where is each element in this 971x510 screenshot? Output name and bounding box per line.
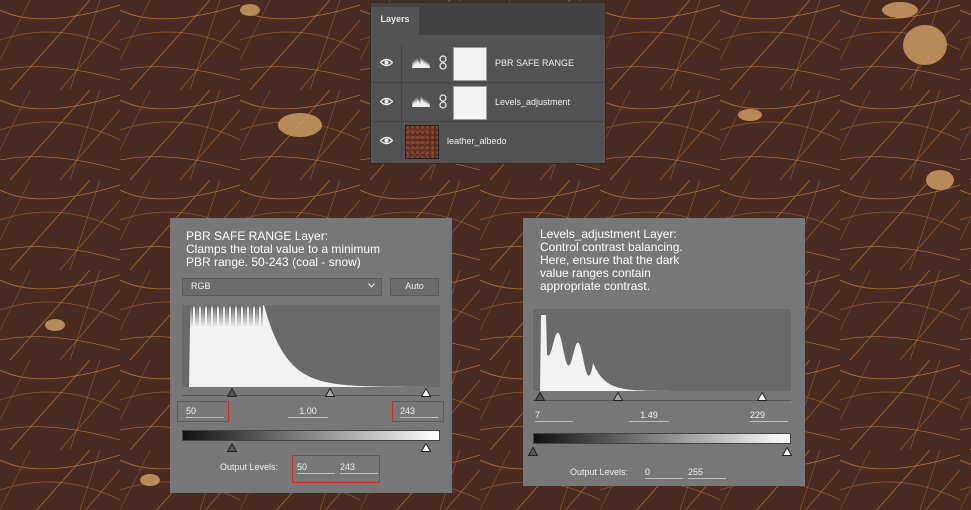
output-black-slider[interactable] [227,443,237,452]
layers-tabbar: Layers [371,3,605,35]
chevron-down-icon [368,283,375,288]
input-gamma-slider[interactable] [613,392,623,401]
layer-mask-thumbnail[interactable] [453,47,487,81]
histogram [182,305,440,387]
eye-icon[interactable] [380,97,393,106]
layer-name[interactable]: PBR SAFE RANGE [495,44,574,82]
panel-description: Levels_adjustment Layer: Control contras… [540,228,683,293]
histogram-bars [182,305,440,387]
input-white-slider[interactable] [421,388,431,397]
input-slider-track [182,395,440,396]
output-black-slider[interactable] [528,447,538,456]
visibility-toggle[interactable] [371,122,402,160]
channel-select-value: RGB [191,281,211,291]
layer-row-leather-albedo[interactable]: leather_albedo [371,122,605,160]
layer-name[interactable]: leather_albedo [447,122,507,160]
output-white-field[interactable]: 255 [688,466,726,479]
panel-description: PBR SAFE RANGE Layer: Clamps the total v… [186,230,380,269]
output-gradient-bar [182,430,440,441]
layer-row-pbr-safe-range[interactable]: PBR SAFE RANGE [371,44,605,83]
levels-adjustment-icon[interactable] [412,95,430,107]
eye-icon[interactable] [380,58,393,67]
input-black-slider[interactable] [227,388,237,397]
tab-layers[interactable]: Layers [371,7,419,35]
layer-name[interactable]: Levels_adjustment [495,83,570,121]
eye-icon[interactable] [380,136,393,145]
histogram [533,309,791,391]
levels-adjustment-panel: Levels_adjustment Layer: Control contras… [523,218,805,486]
chain-link-icon[interactable] [439,55,447,70]
input-white-slider[interactable] [757,392,767,401]
chain-link-icon[interactable] [439,94,447,109]
histogram-graph [533,315,791,391]
histogram-bars [533,315,791,391]
input-black-field[interactable]: 7 [535,409,573,422]
input-white-field[interactable]: 229 [750,409,788,422]
layers-panel: Layers PBR SAFE RANGE Levels_adjustment … [370,2,606,164]
description-line: appropriate contrast. [540,279,651,293]
output-white-slider[interactable] [782,447,792,456]
output-levels-label: Output Levels: [220,462,279,472]
input-gamma-slider[interactable] [325,388,335,397]
layer-mask-thumbnail[interactable] [453,86,487,120]
output-gradient-bar [533,433,791,444]
histogram-graph [182,305,440,387]
input-gamma-field[interactable]: 1.00 [288,405,328,418]
output-levels-highlight [292,455,380,483]
pbr-safe-range-levels-panel: PBR SAFE RANGE Layer: Clamps the total v… [170,218,452,493]
visibility-toggle[interactable] [371,83,402,121]
auto-button[interactable]: Auto [390,278,439,296]
output-levels-label: Output Levels: [570,467,629,477]
levels-adjustment-icon[interactable] [412,56,430,68]
description-line: PBR range. 50-243 (coal - snow) [186,255,361,269]
input-white-highlight [392,401,444,422]
input-slider-track [533,400,791,401]
output-black-field[interactable]: 0 [645,466,683,479]
input-black-slider[interactable] [535,392,545,401]
channel-select[interactable]: RGB [182,278,382,296]
input-gamma-field[interactable]: 1.49 [629,409,669,422]
layer-row-levels-adjustment[interactable]: Levels_adjustment [371,83,605,122]
visibility-toggle[interactable] [371,44,402,82]
layer-thumbnail[interactable] [405,125,439,159]
input-black-highlight [177,401,229,422]
output-white-slider[interactable] [421,443,431,452]
